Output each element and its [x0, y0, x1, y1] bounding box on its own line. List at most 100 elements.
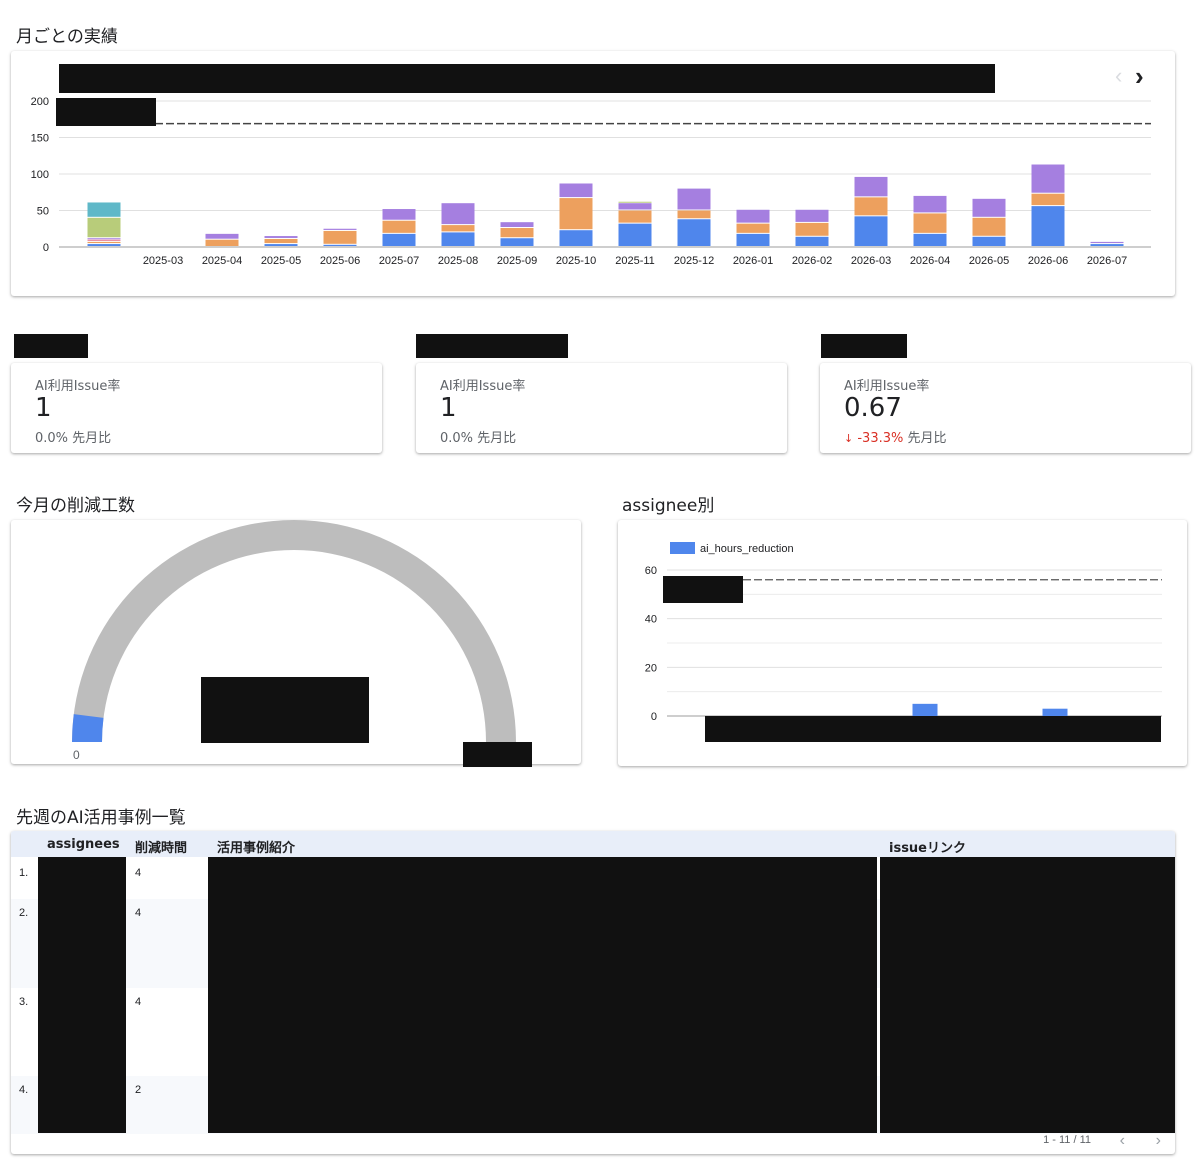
x-tick-label: 2025-05 [261, 255, 301, 267]
kpi-delta-value: 0.0% [440, 431, 474, 446]
redacted-kpi-title-3 [821, 334, 907, 358]
row-hours: 4 [135, 867, 142, 879]
x-tick-label: 2025-08 [438, 255, 478, 267]
bar-segment [1090, 241, 1124, 244]
kpi-card-1: AI利用Issue率 1 0.0% 先月比 [11, 363, 382, 453]
bar-segment [323, 230, 357, 244]
col-hours[interactable]: 削減時間 [135, 837, 187, 856]
bar-segment [323, 244, 357, 246]
bar-segment [87, 241, 121, 244]
kpi-value: 1 [440, 393, 457, 423]
bar-segment [323, 228, 357, 230]
kpi-value: 1 [35, 393, 52, 423]
x-tick-label: 2025-10 [556, 255, 596, 267]
col-assignees[interactable]: assignees [47, 837, 120, 852]
pagination-next-icon[interactable]: › [1156, 1132, 1161, 1150]
bar-segment [559, 183, 593, 198]
bar-segment [559, 230, 593, 246]
x-tick-label: 2026-03 [851, 255, 891, 267]
redacted-assignee-reference-label [663, 576, 743, 603]
kpi-delta-suffix: 先月比 [477, 431, 517, 446]
y-tick-label: 0 [651, 711, 657, 723]
x-tick-label: 2025-03 [143, 255, 183, 267]
cases-section-title: 先週のAI活用事例一覧 [16, 808, 186, 828]
monthly-section-title: 月ごとの実績 [16, 27, 118, 47]
bar-segment [500, 238, 534, 246]
bar-segment [972, 236, 1006, 246]
bar-segment [264, 238, 298, 244]
kpi-delta: 0.0% 先月比 [440, 427, 516, 446]
x-tick-label: 2025-12 [674, 255, 714, 267]
x-tick-label: 2025-07 [379, 255, 419, 267]
redacted-kpi-title-2 [416, 334, 568, 358]
x-tick-label: 2026-05 [969, 255, 1009, 267]
row-index: 1. [19, 867, 29, 879]
row-index: 3. [19, 996, 29, 1008]
kpi-delta-value: 0.0% [35, 431, 69, 446]
bar-segment [677, 188, 711, 210]
bar-segment [382, 209, 416, 220]
bar-segment [441, 232, 475, 246]
row-index: 4. [19, 1084, 29, 1096]
x-tick-label: 2025-06 [320, 255, 360, 267]
bar-segment [500, 222, 534, 228]
x-tick-label: 2025-04 [202, 255, 242, 267]
x-tick-label: 2026-01 [733, 255, 773, 267]
kpi-card-3: AI利用Issue率 0.67 ↓ -33.3% 先月比 [820, 363, 1191, 453]
row-hours: 4 [135, 907, 142, 919]
col-case[interactable]: 活用事例紹介 [217, 837, 295, 856]
redacted-assignee-axis-labels [705, 716, 1161, 742]
bar-segment [854, 176, 888, 197]
bar-segment [441, 225, 475, 232]
bar-segment [618, 223, 652, 246]
legend-label: ai_hours_reduction [700, 543, 794, 555]
bar-segment [87, 217, 121, 238]
redacted-gauge-value [201, 677, 369, 743]
bar-segment [205, 239, 239, 246]
kpi-label: AI利用Issue率 [440, 379, 526, 394]
bar-segment [913, 195, 947, 213]
bar-segment [559, 198, 593, 230]
monthly-chart-card: ‹ › 0 50 100 150 200 2025-03 2025-04 2025-05 202… [11, 51, 1175, 296]
bar-segment [854, 197, 888, 216]
kpi-delta: ↓ -33.3% 先月比 [844, 427, 947, 446]
bar-segment [795, 236, 829, 246]
x-tick-label: 2026-06 [1028, 255, 1068, 267]
y-tick-label: 40 [645, 614, 657, 626]
x-tick-label: 2025-09 [497, 255, 537, 267]
row-index: 2. [19, 907, 29, 919]
kpi-delta-suffix: 先月比 [907, 431, 947, 446]
down-arrow-icon: ↓ [844, 432, 854, 445]
x-tick-label: 2025-11 [615, 255, 655, 267]
bar-segment [618, 203, 652, 210]
bar-segment [854, 216, 888, 246]
bar-segment [1031, 164, 1065, 193]
col-issue-link[interactable]: issueリンク [889, 837, 966, 856]
x-tick-label: 2026-04 [910, 255, 950, 267]
gauge-value-arc [72, 714, 104, 742]
y-tick-label: 20 [645, 662, 657, 674]
bar-segment [795, 209, 829, 222]
bar-segment [677, 219, 711, 246]
assignee-bar [1042, 708, 1068, 716]
redacted-reference-label [56, 98, 156, 126]
x-tick-label: 2026-02 [792, 255, 832, 267]
bar-segment [1031, 193, 1065, 206]
redacted-case-column [208, 857, 877, 1133]
cases-table: assignees 削減時間 活用事例紹介 issueリンク 1. 4 2. 4… [11, 831, 1175, 1154]
assignee-bar [912, 703, 938, 716]
bar-segment [618, 210, 652, 223]
x-tick-label: 2026-07 [1087, 255, 1127, 267]
kpi-value: 0.67 [844, 393, 902, 423]
kpi-label: AI利用Issue率 [844, 379, 930, 394]
pagination-text: 1 - 11 / 11 [1043, 1134, 1091, 1146]
kpi-delta-value: -33.3% [857, 431, 904, 446]
pagination-prev-icon[interactable]: ‹ [1120, 1132, 1125, 1150]
reduction-section-title: 今月の削減工数 [16, 496, 135, 516]
bar-segment [618, 201, 652, 203]
bar-segment [736, 223, 770, 233]
bar-segment [264, 236, 298, 238]
bar-segment [87, 239, 121, 241]
y-tick-label: 100 [31, 169, 49, 181]
bar-segment [500, 228, 534, 238]
